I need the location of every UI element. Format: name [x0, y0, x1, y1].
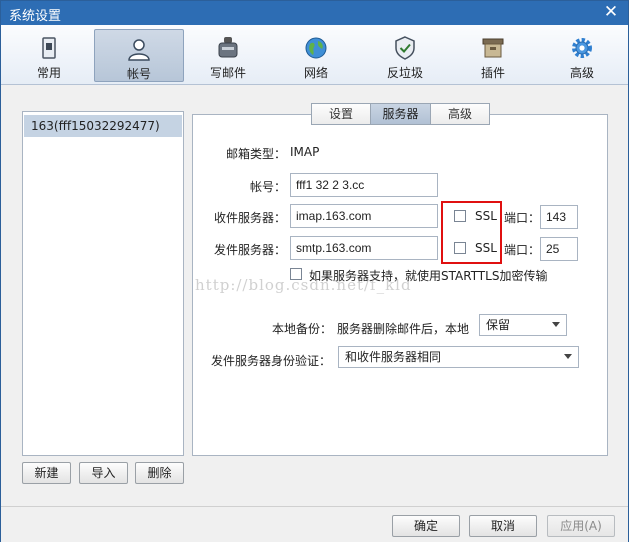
- toolbar-item-advanced[interactable]: 高级: [537, 29, 627, 82]
- smtp-auth-label: 发件服务器身份验证：: [211, 354, 332, 368]
- account-list-item[interactable]: 163(fff15032292477): [24, 115, 182, 137]
- settings-toolbar: 常用 帐号 写邮件 网络 反垃圾 插件 高级: [1, 25, 628, 85]
- delete-account-button[interactable]: 删除: [135, 462, 184, 484]
- account-list: 163(fff15032292477): [22, 111, 184, 456]
- general-icon: [42, 37, 56, 59]
- account-label: 帐号：: [249, 180, 286, 194]
- ssl-highlight-box: [441, 201, 502, 264]
- toolbar-label: 写邮件: [209, 66, 246, 80]
- toolbar-item-general[interactable]: 常用: [4, 29, 94, 82]
- tab-server[interactable]: 服务器: [370, 103, 431, 125]
- compose-icon: [218, 37, 238, 58]
- network-icon: [305, 37, 327, 59]
- toolbar-label: 帐号: [126, 67, 151, 81]
- tab-settings[interactable]: 设置: [311, 103, 371, 125]
- toolbar-item-antispam[interactable]: 反垃圾: [360, 29, 450, 82]
- toolbar-item-compose[interactable]: 写邮件: [183, 29, 273, 82]
- incoming-port-label: 端口：: [504, 211, 541, 225]
- ok-button[interactable]: 确定: [392, 515, 460, 537]
- backup-select-value: 保留: [486, 318, 511, 332]
- backup-label: 本地备份：: [272, 322, 333, 336]
- watermark-text: http://blog.csdn.net/f_kld: [195, 276, 412, 294]
- backup-description: 服务器删除邮件后，本地: [337, 322, 470, 336]
- outgoing-port-field[interactable]: 25: [540, 237, 578, 261]
- toolbar-label: 反垃圾: [386, 66, 423, 80]
- outgoing-server-label: 发件服务器：: [213, 243, 286, 257]
- close-icon[interactable]: ✕: [602, 2, 620, 22]
- chevron-down-icon: [564, 354, 572, 359]
- tab-advanced[interactable]: 高级: [430, 103, 490, 125]
- window-title: 系统设置: [9, 9, 62, 24]
- outgoing-port-label: 端口：: [504, 243, 541, 257]
- settings-window: 系统设置 ✕ 常用 帐号 写邮件 网络 反垃圾 插件 高级 163(fff150…: [0, 0, 629, 542]
- smtp-auth-select-value: 和收件服务器相同: [345, 350, 442, 364]
- import-account-button[interactable]: 导入: [79, 462, 128, 484]
- incoming-server-field[interactable]: imap.163.com: [290, 204, 438, 228]
- backup-select[interactable]: 保留: [479, 314, 567, 336]
- antispam-icon: [395, 36, 415, 60]
- toolbar-item-network[interactable]: 网络: [271, 29, 361, 82]
- mailbox-type-label: 邮箱类型：: [225, 147, 286, 161]
- toolbar-label: 插件: [480, 66, 505, 80]
- account-field[interactable]: fff1 32 2 3.cc: [290, 173, 438, 197]
- apply-button[interactable]: 应用(A): [547, 515, 615, 537]
- plugin-icon: [482, 38, 504, 58]
- toolbar-label: 常用: [36, 66, 61, 80]
- gear-icon: [572, 38, 592, 58]
- new-account-button[interactable]: 新建: [22, 462, 71, 484]
- incoming-port-field[interactable]: 143: [540, 205, 578, 229]
- incoming-server-label: 收件服务器：: [213, 211, 286, 225]
- toolbar-label: 网络: [303, 66, 328, 80]
- account-icon: [128, 39, 150, 61]
- toolbar-item-account[interactable]: 帐号: [94, 29, 184, 82]
- toolbar-item-plugin[interactable]: 插件: [448, 29, 538, 82]
- chevron-down-icon: [552, 322, 560, 327]
- title-bar: 系统设置 ✕: [1, 1, 628, 25]
- smtp-auth-select[interactable]: 和收件服务器相同: [338, 346, 579, 368]
- cancel-button[interactable]: 取消: [469, 515, 537, 537]
- mailbox-type-value: IMAP: [290, 145, 320, 159]
- toolbar-label: 高级: [569, 66, 594, 80]
- outgoing-server-field[interactable]: smtp.163.com: [290, 236, 438, 260]
